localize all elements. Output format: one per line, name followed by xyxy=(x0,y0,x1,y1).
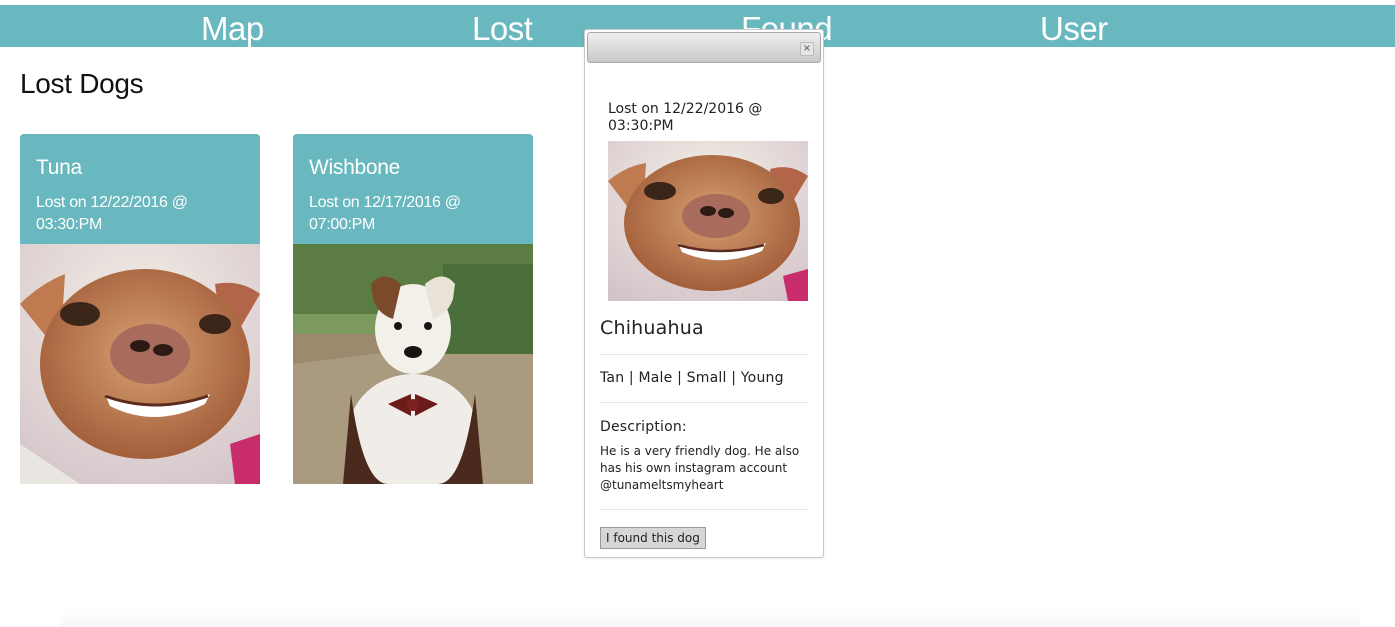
dialog-titlebar[interactable]: × xyxy=(587,32,821,63)
chihuahua-photo xyxy=(20,244,260,484)
bottom-fade xyxy=(60,612,1360,627)
card-header: Wishbone Lost on 12/17/2016 @ 07:00:PM xyxy=(293,134,533,244)
card-lost-date: Lost on 12/17/2016 @ 07:00:PM xyxy=(309,194,461,233)
card-lost-date: Lost on 12/22/2016 @ 03:30:PM xyxy=(36,194,188,233)
dialog-attributes: Tan | Male | Small | Young xyxy=(600,370,784,386)
card-dog-name: Tuna xyxy=(36,156,82,179)
page-title: Lost Dogs xyxy=(20,68,144,99)
chihuahua-photo xyxy=(608,141,808,301)
nav-user[interactable]: User xyxy=(1040,8,1108,50)
found-dog-button[interactable]: I found this dog xyxy=(600,527,706,549)
dog-detail-dialog: × Lost on 12/22/2016 @ 03:30:PM Chihuahu… xyxy=(584,29,824,558)
nav-map[interactable]: Map xyxy=(201,8,264,50)
dog-card-tuna[interactable]: Tuna Lost on 12/22/2016 @ 03:30:PM xyxy=(20,134,260,484)
divider xyxy=(600,509,808,510)
divider xyxy=(600,402,808,403)
dialog-description: He is a very friendly dog. He also has h… xyxy=(600,444,800,492)
close-icon[interactable]: × xyxy=(800,42,814,56)
dialog-breed: Chihuahua xyxy=(600,317,704,339)
description-label: Description: xyxy=(600,419,687,435)
card-header: Tuna Lost on 12/22/2016 @ 03:30:PM xyxy=(20,134,260,244)
nav-lost[interactable]: Lost xyxy=(472,8,533,50)
card-dog-name: Wishbone xyxy=(309,156,400,179)
jack-russell-photo xyxy=(293,244,533,484)
divider xyxy=(600,354,808,355)
dog-card-wishbone[interactable]: Wishbone Lost on 12/17/2016 @ 07:00:PM xyxy=(293,134,533,484)
dialog-lost-date: Lost on 12/22/2016 @ 03:30:PM xyxy=(608,101,763,134)
